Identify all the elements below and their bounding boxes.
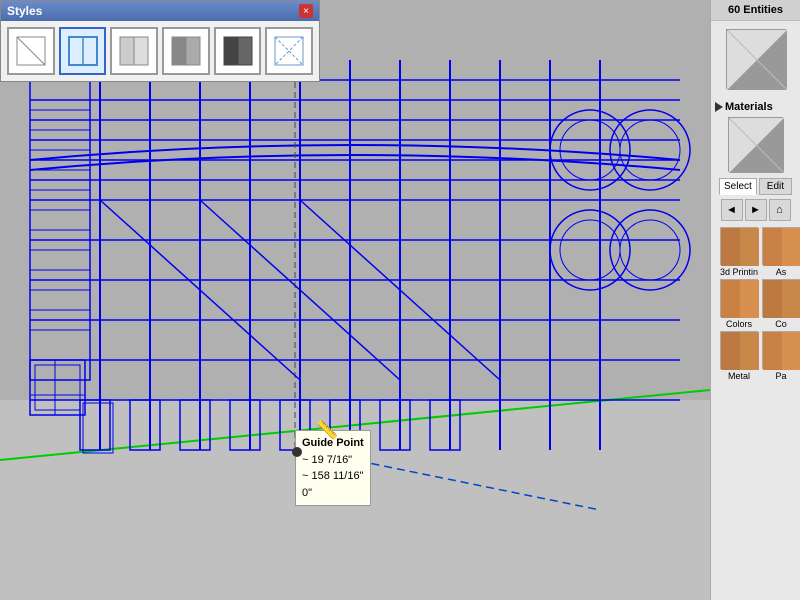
material-label-colors: Colors (719, 319, 759, 329)
style-swatch-wireframe[interactable] (7, 27, 55, 75)
material-label-co: Co (761, 319, 800, 329)
wireframe-view (0, 0, 710, 600)
tab-select[interactable]: Select (719, 178, 757, 195)
nav-home-button[interactable]: ⌂ (769, 199, 791, 221)
material-preview-medium (728, 117, 783, 172)
material-preview-large (726, 29, 786, 89)
styles-panel-titlebar: Styles × (1, 1, 319, 21)
materials-header-label: Materials (725, 101, 773, 113)
material-item-pa[interactable]: Pa (761, 331, 800, 381)
material-item-co[interactable]: Co (761, 279, 800, 329)
styles-panel-close-button[interactable]: × (299, 4, 313, 18)
material-label-pa: Pa (761, 371, 800, 381)
triangle-icon (715, 102, 723, 112)
material-grid: 3d Printin As (715, 223, 796, 385)
material-item-as[interactable]: As (761, 227, 800, 277)
material-label-as: As (761, 267, 800, 277)
material-thumb-3d-printing (720, 227, 758, 265)
style-swatch-xray[interactable] (265, 27, 313, 75)
nav-back-button[interactable]: ◄ (721, 199, 743, 221)
style-swatch-hidden-line[interactable] (59, 27, 107, 75)
right-panel: 60 Entities Materials (710, 0, 800, 600)
material-item-colors[interactable]: Colors (719, 279, 759, 329)
style-swatch-shaded-textured[interactable] (162, 27, 210, 75)
material-label-3d-printing: 3d Printin (719, 267, 759, 277)
styles-panel-title: Styles (7, 4, 42, 18)
tab-edit[interactable]: Edit (759, 178, 792, 195)
materials-header: Materials (715, 101, 796, 113)
nav-row: ◄ ► ⌂ (715, 197, 796, 223)
material-thumb-pa (762, 331, 800, 369)
main-container: Styles × (0, 0, 800, 600)
style-swatch-monochrome[interactable] (214, 27, 262, 75)
material-label-metal: Metal (719, 371, 759, 381)
material-thumb-metal (720, 331, 758, 369)
guide-point-dot (292, 447, 302, 457)
viewport[interactable]: Styles × (0, 0, 710, 600)
material-thumb-as (762, 227, 800, 265)
entities-header: 60 Entities (711, 0, 800, 21)
style-swatch-shaded[interactable] (110, 27, 158, 75)
material-tabs: Select Edit (715, 176, 796, 197)
material-thumb-colors (720, 279, 758, 317)
tape-measure-icon: 📏 (316, 420, 338, 441)
material-item-3d-printing[interactable]: 3d Printin (719, 227, 759, 277)
nav-forward-button[interactable]: ► (745, 199, 767, 221)
styles-panel: Styles × (0, 0, 320, 82)
material-item-metal[interactable]: Metal (719, 331, 759, 381)
material-thumb-co (762, 279, 800, 317)
materials-section: Materials Select Edit ◄ ► ⌂ (711, 97, 800, 389)
styles-panel-body (1, 21, 319, 81)
